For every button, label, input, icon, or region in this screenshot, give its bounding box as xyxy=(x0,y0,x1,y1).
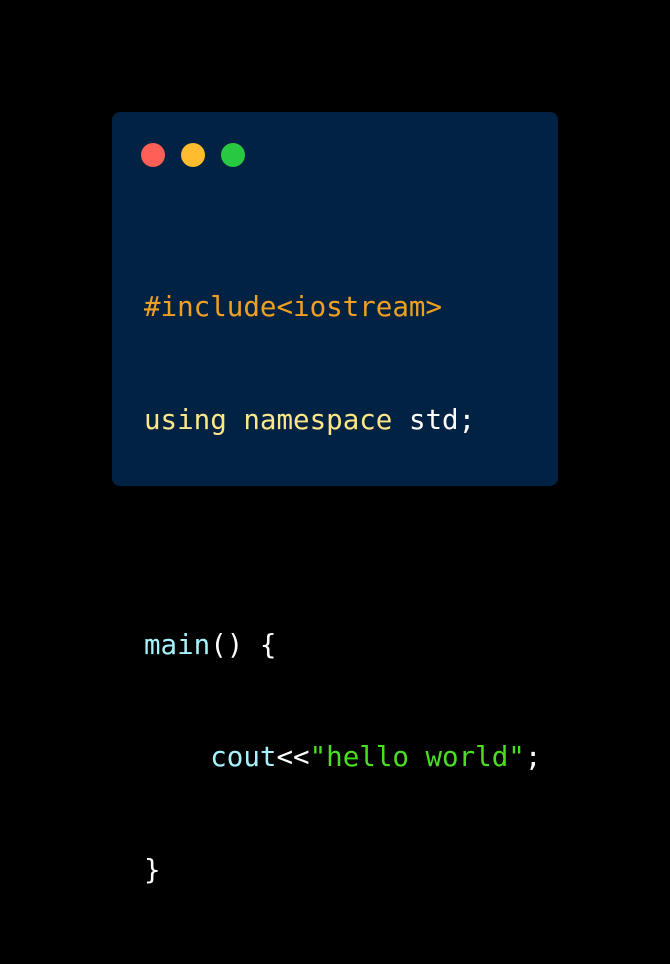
std-identifier: std; xyxy=(408,403,476,436)
code-window: #include<iostream> using namespace std; … xyxy=(112,112,558,886)
code-block: #include<iostream> using namespace std; … xyxy=(144,214,541,964)
namespace-keyword: namespace xyxy=(243,403,393,436)
main-signature: () { xyxy=(210,628,277,661)
code-line-6: } xyxy=(144,852,541,890)
code-line-4: main() { xyxy=(144,627,541,665)
semicolon: ; xyxy=(524,741,542,773)
code-line-2: using namespace std; xyxy=(144,402,541,440)
maximize-dot-icon[interactable] xyxy=(221,143,245,167)
minimize-dot-icon[interactable] xyxy=(181,143,205,167)
closing-brace: } xyxy=(144,853,161,886)
main-function-name: main xyxy=(144,628,211,661)
string-literal: "hello world" xyxy=(309,741,525,773)
using-keyword: using xyxy=(144,403,227,436)
include-directive: #include<iostream> xyxy=(144,291,443,323)
stream-operator: << xyxy=(276,741,310,773)
code-line-1: #include<iostream> xyxy=(144,289,541,327)
code-line-5: cout<<"hello world"; xyxy=(144,739,541,777)
cout-identifier: cout xyxy=(210,741,277,773)
code-line-3-blank xyxy=(144,514,541,552)
close-dot-icon[interactable] xyxy=(141,143,165,167)
